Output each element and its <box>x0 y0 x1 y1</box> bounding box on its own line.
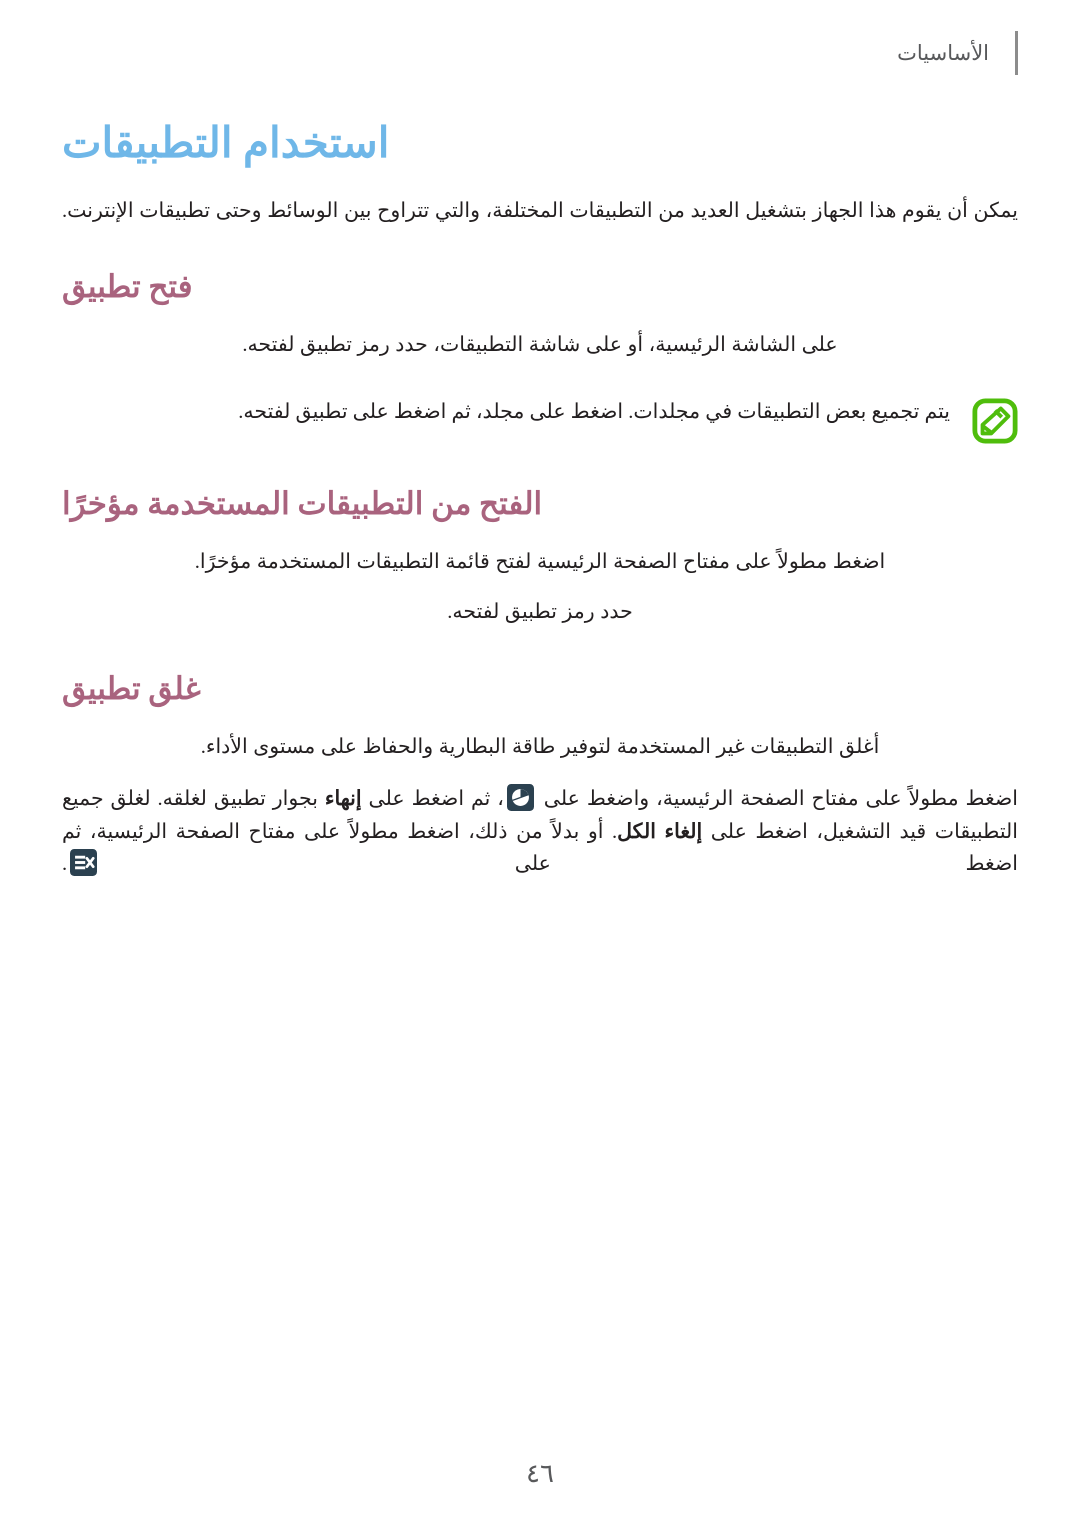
section-title-open-from-recent: الفتح من التطبيقات المستخدمة مؤخرًا <box>62 485 543 521</box>
task-manager-icon[interactable] <box>506 784 534 812</box>
page-content: استخدام التطبيقات يمكن أن يقوم هذا الجها… <box>62 118 1018 880</box>
page-number: ٤٦ <box>526 1459 554 1488</box>
close-app-paragraph-1: أغلق التطبيقات غير المستخدمة لتوفير طاقة… <box>200 735 880 758</box>
open-app-paragraph: على الشاشة الرئيسية، أو على شاشة التطبيق… <box>242 334 838 357</box>
running-header-label: الأساسيات <box>897 40 989 65</box>
chapter-intro-paragraph: يمكن أن يقوم هذا الجهاز بتشغيل العديد من… <box>62 199 1018 222</box>
close-all-button-label: إلغاء الكل <box>617 820 703 843</box>
close-app-text-part-2: ، ثم اضغط على <box>361 788 504 811</box>
manual-page: الأساسيات استخدام التطبيقات يمكن أن يقوم… <box>0 0 1080 1527</box>
note-text: يتم تجميع بعض التطبيقات في مجلدات. اضغط … <box>238 400 950 423</box>
close-app-paragraph-2: اضغط مطولاً على مفتاح الصفحة الرئيسية، و… <box>62 783 1018 880</box>
section-title-open-app: فتح تطبيق <box>62 268 193 304</box>
note-block-open-app: يتم تجميع بعض التطبيقات في مجلدات. اضغط … <box>62 396 1018 444</box>
end-button-label: إنهاء <box>324 788 362 811</box>
running-header: الأساسيات <box>62 30 1018 76</box>
close-all-icon[interactable] <box>70 849 98 877</box>
chapter-title: استخدام التطبيقات <box>62 121 390 167</box>
close-app-text-part-1: اضغط مطولاً على مفتاح الصفحة الرئيسية، و… <box>536 788 1018 811</box>
note-body: يتم تجميع بعض التطبيقات في مجلدات. اضغط … <box>62 396 950 428</box>
header-divider-rule <box>1015 31 1018 75</box>
note-pencil-icon <box>972 398 1018 444</box>
close-app-text-part-5: . <box>62 853 68 876</box>
section-title-close-app: غلق تطبيق <box>62 670 201 706</box>
open-from-recent-paragraph-1: اضغط مطولاً على مفتاح الصفحة الرئيسية لف… <box>194 550 886 573</box>
open-from-recent-paragraph-2: حدد رمز تطبيق لفتحه. <box>447 601 633 624</box>
